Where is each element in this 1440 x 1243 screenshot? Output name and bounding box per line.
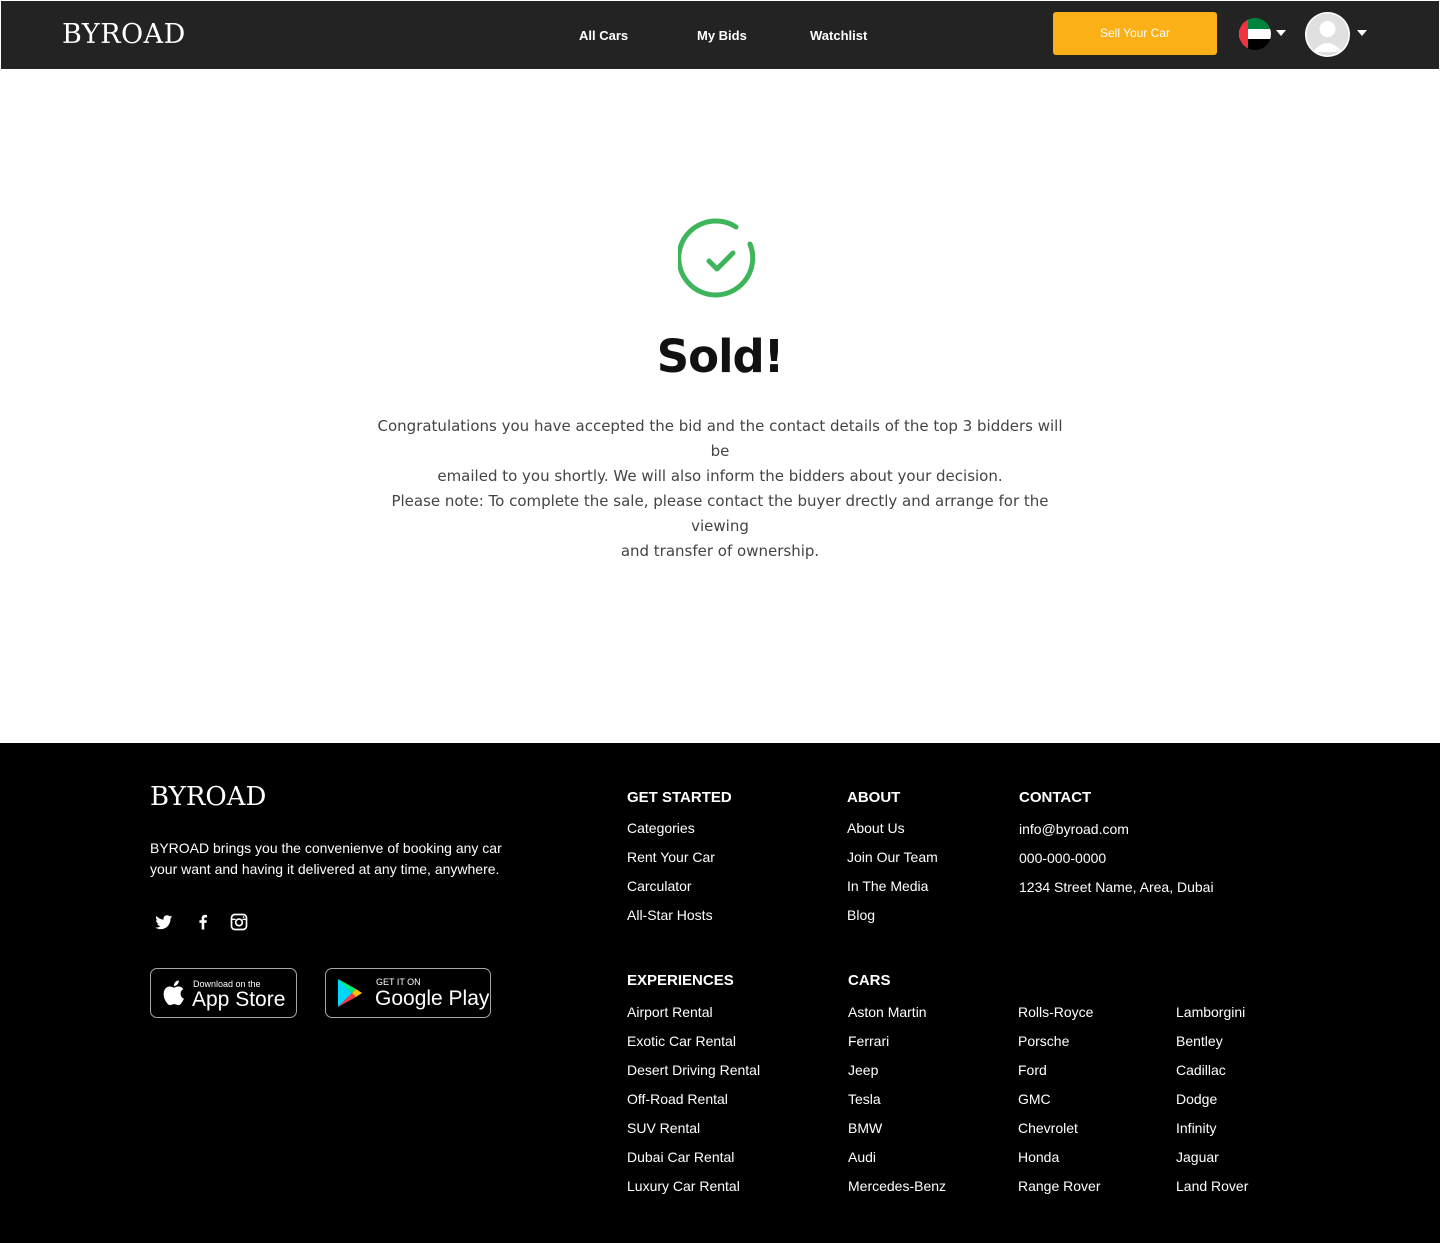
get-started-heading: GET STARTED xyxy=(627,789,732,806)
contact-phone[interactable]: 000-000-0000 xyxy=(1019,848,1106,868)
brand-logo[interactable]: BYROAD xyxy=(62,18,186,52)
footer-link-car[interactable]: Lamborgini xyxy=(1176,1002,1245,1022)
nav-my-bids[interactable]: My Bids xyxy=(697,25,747,47)
footer-link-car[interactable]: Jaguar xyxy=(1176,1147,1219,1167)
message-line: Congratulations you have accepted the bi… xyxy=(377,417,1063,460)
footer-link-car[interactable]: Range Rover xyxy=(1018,1176,1101,1196)
contact-heading: CONTACT xyxy=(1019,789,1092,806)
app-store-button[interactable]: Download on the App Store xyxy=(150,968,297,1018)
note-line: Please note: To complete the sale, pleas… xyxy=(391,492,1049,535)
description-line: BYROAD brings you the convenienve of boo… xyxy=(150,840,502,856)
facebook-icon[interactable] xyxy=(193,912,213,932)
footer-link-car[interactable]: GMC xyxy=(1018,1089,1051,1109)
footer-link-all-star-hosts[interactable]: All-Star Hosts xyxy=(627,905,713,925)
google-play-big-text: Google Play xyxy=(375,987,490,1010)
footer-link-car[interactable]: Jeep xyxy=(848,1060,878,1080)
congratulations-message: Congratulations you have accepted the bi… xyxy=(370,414,1070,489)
nav-all-cars[interactable]: All Cars xyxy=(579,25,628,47)
google-play-small-text: GET IT ON xyxy=(376,977,421,987)
footer-link-car[interactable]: Cadillac xyxy=(1176,1060,1226,1080)
footer: BYROAD BYROAD brings you the convenienve… xyxy=(0,743,1440,1243)
footer-link-car[interactable]: Tesla xyxy=(848,1089,881,1109)
user-menu-chevron-down-icon[interactable] xyxy=(1357,30,1367,36)
footer-link-car[interactable]: Rolls-Royce xyxy=(1018,1002,1093,1022)
google-play-icon xyxy=(338,979,362,1007)
footer-link-car[interactable]: Infinity xyxy=(1176,1118,1216,1138)
footer-link-car[interactable]: Porsche xyxy=(1018,1031,1069,1051)
cars-heading: CARS xyxy=(848,972,891,989)
apple-icon xyxy=(163,980,184,1006)
footer-link-car[interactable]: Ferrari xyxy=(848,1031,889,1051)
footer-link-car[interactable]: Audi xyxy=(848,1147,876,1167)
twitter-icon[interactable] xyxy=(154,912,174,932)
user-avatar[interactable] xyxy=(1305,12,1350,57)
uae-flag-icon[interactable] xyxy=(1239,18,1271,50)
footer-link-rent-your-car[interactable]: Rent Your Car xyxy=(627,847,715,867)
note-line: and transfer of ownership. xyxy=(620,542,820,560)
about-heading: ABOUT xyxy=(847,789,901,806)
sale-note: Please note: To complete the sale, pleas… xyxy=(370,489,1070,564)
footer-link-experience[interactable]: SUV Rental xyxy=(627,1118,700,1138)
page-title: Sold! xyxy=(656,330,784,383)
footer-link-car[interactable]: Honda xyxy=(1018,1147,1059,1167)
description-line: your want and having it delivered at any… xyxy=(150,861,500,877)
footer-link-experience[interactable]: Airport Rental xyxy=(627,1002,713,1022)
instagram-icon[interactable] xyxy=(229,912,249,932)
sell-your-car-button[interactable]: Sell Your Car xyxy=(1053,12,1217,55)
success-check-icon xyxy=(676,218,762,302)
top-navbar: BYROAD All Cars My Bids Watchlist Sell Y… xyxy=(1,1,1439,69)
footer-link-experience[interactable]: Off-Road Rental xyxy=(627,1089,728,1109)
footer-brand-logo[interactable]: BYROAD xyxy=(150,781,266,813)
google-play-button[interactable]: GET IT ON Google Play xyxy=(325,968,491,1018)
footer-link-carculator[interactable]: Carculator xyxy=(627,876,692,896)
app-store-big-text: App Store xyxy=(192,988,286,1011)
footer-link-experience[interactable]: Luxury Car Rental xyxy=(627,1176,740,1196)
footer-link-car[interactable]: Dodge xyxy=(1176,1089,1217,1109)
footer-link-in-the-media[interactable]: In The Media xyxy=(847,876,928,896)
footer-link-car[interactable]: Land Rover xyxy=(1176,1176,1248,1196)
footer-link-car[interactable]: Mercedes-Benz xyxy=(848,1176,946,1196)
footer-link-experience[interactable]: Exotic Car Rental xyxy=(627,1031,736,1051)
footer-link-join-our-team[interactable]: Join Our Team xyxy=(847,847,938,867)
language-chevron-down-icon[interactable] xyxy=(1276,30,1286,36)
contact-email[interactable]: info@byroad.com xyxy=(1019,819,1129,839)
footer-link-experience[interactable]: Dubai Car Rental xyxy=(627,1147,734,1167)
footer-link-car[interactable]: Aston Martin xyxy=(848,1002,927,1022)
footer-link-blog[interactable]: Blog xyxy=(847,905,875,925)
contact-address: 1234 Street Name, Area, Dubai xyxy=(1019,879,1214,895)
footer-link-experience[interactable]: Desert Driving Rental xyxy=(627,1060,760,1080)
footer-link-car[interactable]: Ford xyxy=(1018,1060,1047,1080)
footer-link-categories[interactable]: Categories xyxy=(627,818,695,838)
footer-description: BYROAD brings you the convenienve of boo… xyxy=(150,838,530,880)
footer-link-car[interactable]: BMW xyxy=(848,1118,882,1138)
message-line: emailed to you shortly. We will also inf… xyxy=(437,467,1003,485)
footer-link-about-us[interactable]: About Us xyxy=(847,818,905,838)
experiences-heading: EXPERIENCES xyxy=(627,972,734,989)
footer-link-car[interactable]: Bentley xyxy=(1176,1031,1223,1051)
nav-watchlist[interactable]: Watchlist xyxy=(810,25,867,47)
footer-link-car[interactable]: Chevrolet xyxy=(1018,1118,1078,1138)
